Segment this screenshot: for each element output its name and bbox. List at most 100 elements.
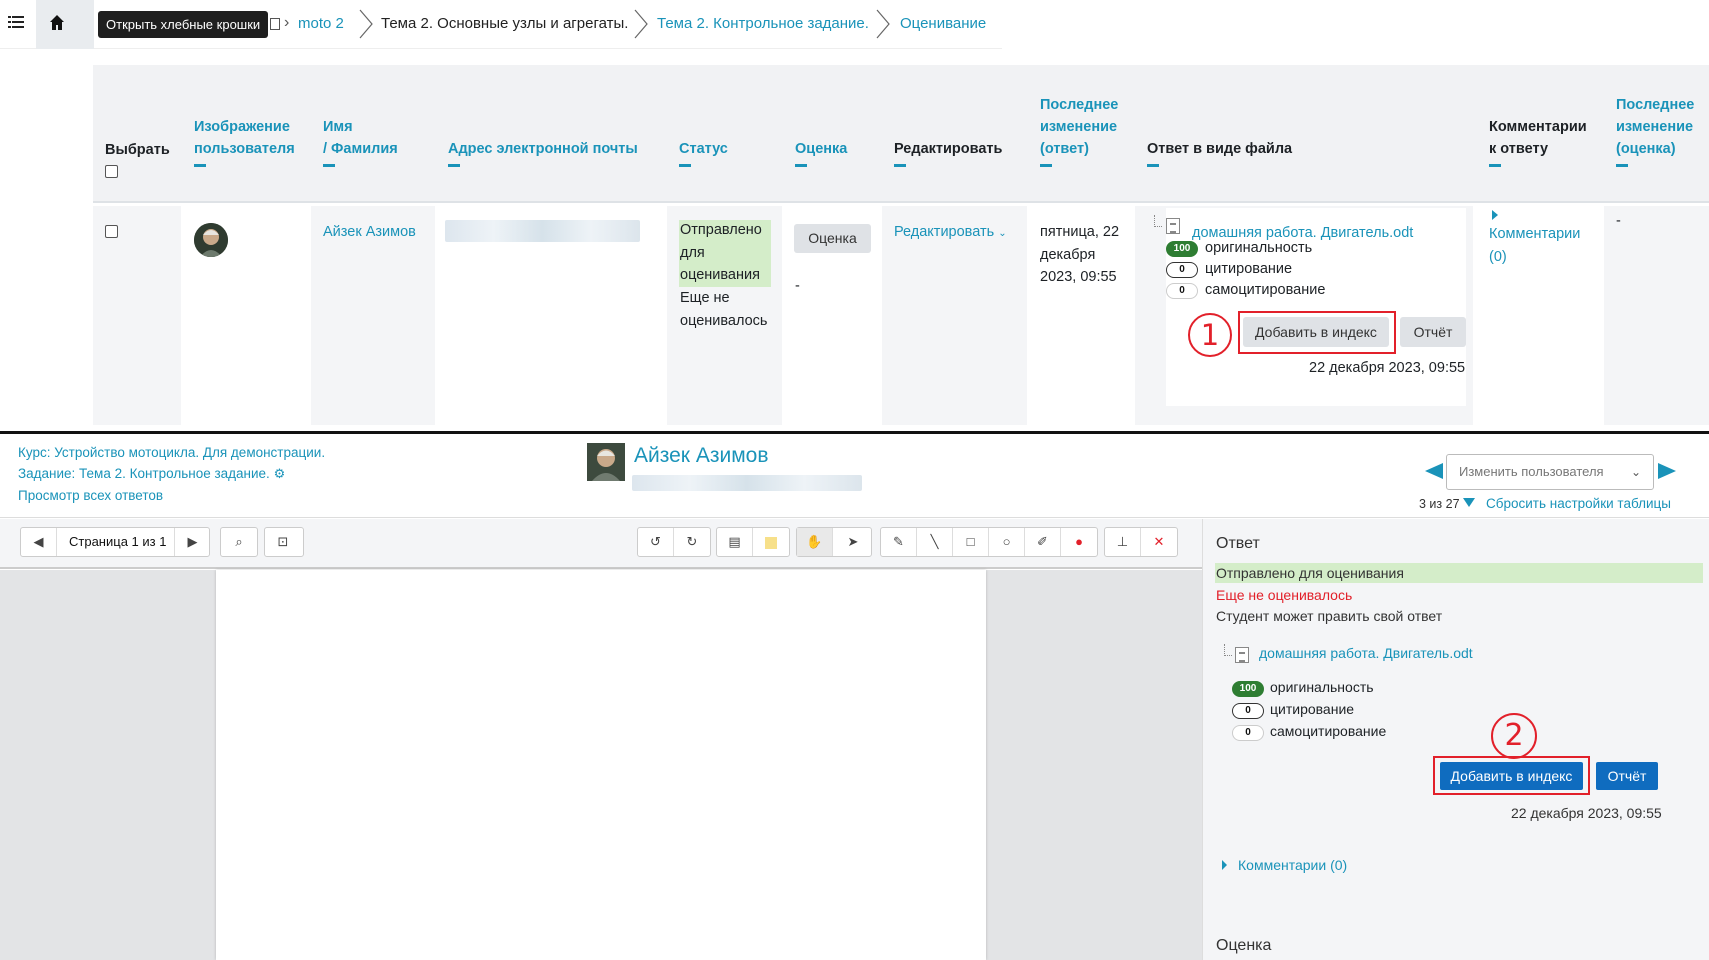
user-name-link[interactable]: Айзек Азимов bbox=[323, 221, 416, 244]
stamp-group: ⊥ ✕ bbox=[1104, 527, 1178, 557]
pen-icon[interactable]: ✎ bbox=[881, 528, 917, 556]
highlighter-icon[interactable]: ✐ bbox=[1025, 528, 1061, 556]
table-header: Выбрать Изображение пользователя Имя / Фам… bbox=[93, 65, 1709, 203]
rotate-right-icon[interactable]: ↻ bbox=[674, 528, 710, 556]
view-all-submissions-link[interactable]: Просмотр всех ответов bbox=[18, 488, 163, 503]
last-modified-date: пятница, 22 декабря 2023, 09:55 bbox=[1040, 224, 1120, 285]
assignment-link[interactable]: Задание: Тема 2. Контрольное задание. ⚙ bbox=[18, 466, 285, 482]
gear-icon[interactable]: ⚙ bbox=[274, 466, 286, 481]
header-status[interactable]: Статус bbox=[679, 138, 728, 167]
column-bg bbox=[1604, 206, 1709, 425]
selfcitation-badge: 0 bbox=[1166, 283, 1198, 299]
grade-button[interactable]: Оценка bbox=[794, 224, 871, 253]
edit-dropdown[interactable]: Редактировать ⌄ bbox=[894, 221, 1007, 246]
page-navigation: ◀ Страница 1 из 1 ▶ bbox=[20, 527, 210, 557]
reset-table-link[interactable]: Сбросить настройки таблицы bbox=[1486, 496, 1671, 511]
comment-icon[interactable]: ▤ bbox=[717, 528, 753, 556]
next-user-arrow[interactable] bbox=[1658, 463, 1676, 479]
change-user-select[interactable]: Изменить пользователя ⌄ bbox=[1446, 454, 1654, 490]
stamp-icon[interactable]: ⊥ bbox=[1105, 528, 1141, 556]
originality-badge: 100 bbox=[1166, 241, 1198, 257]
avatar[interactable] bbox=[194, 223, 228, 257]
grade-modified: - bbox=[1616, 213, 1621, 229]
course-link[interactable]: Курс: Устройство мотоцикла. Для демонстр… bbox=[18, 445, 325, 460]
home-button[interactable] bbox=[36, 0, 94, 49]
side-file-date: 22 декабря 2023, 09:55 bbox=[1511, 805, 1662, 821]
row-select-checkbox[interactable] bbox=[105, 225, 118, 238]
header-user-picture[interactable]: Изображение пользователя bbox=[194, 116, 295, 167]
citation-badge: 0 bbox=[1166, 262, 1198, 278]
email-blurred bbox=[445, 220, 640, 242]
originality-label: оригинальность bbox=[1205, 240, 1313, 256]
header-email[interactable]: Адрес электронной почты bbox=[448, 138, 638, 167]
comments-link[interactable]: Комментарии (0) bbox=[1489, 223, 1580, 268]
side-citation-badge: 0 bbox=[1232, 703, 1264, 719]
citation-label: цитирование bbox=[1205, 261, 1293, 277]
prev-page-button[interactable]: ◀ bbox=[21, 528, 57, 556]
previous-user-arrow[interactable] bbox=[1425, 463, 1443, 479]
expand-comments-icon[interactable] bbox=[1492, 210, 1498, 220]
file-date: 22 декабря 2023, 09:55 bbox=[1309, 360, 1466, 376]
file-icon bbox=[1235, 647, 1249, 663]
comment-group: ▤ bbox=[716, 527, 790, 557]
expand-icon[interactable]: ⊡ bbox=[265, 528, 301, 556]
chevron-right-icon: › bbox=[284, 14, 290, 31]
delete-icon[interactable]: ✕ bbox=[1141, 528, 1177, 556]
rotate-group: ↺ ↻ bbox=[637, 527, 711, 557]
select-pointer-icon[interactable]: ➤ bbox=[835, 528, 871, 556]
annotation-toolbar: ◀ Страница 1 из 1 ▶ ⌕ ⊡ ↺ ↻ ▤ ✋ ➤ ✎ ╲ □ … bbox=[0, 519, 1202, 569]
rotate-left-icon[interactable]: ↺ bbox=[638, 528, 674, 556]
header-name[interactable]: Имя / Фамилия bbox=[323, 116, 398, 167]
can-edit-text: Студент может править свой ответ bbox=[1216, 608, 1443, 624]
header-last-modified-submission[interactable]: Последнее изменение (ответ) bbox=[1040, 94, 1118, 167]
grader-user-name[interactable]: Айзек Азимов bbox=[634, 444, 768, 468]
add-to-index-button[interactable]: Добавить в индекс bbox=[1243, 317, 1389, 347]
document-page[interactable] bbox=[216, 570, 986, 960]
search-comments-group: ⌕ bbox=[220, 527, 258, 557]
color-drop-icon[interactable]: ● bbox=[1061, 528, 1097, 556]
rectangle-icon[interactable]: □ bbox=[953, 528, 989, 556]
grading-side-panel bbox=[1202, 519, 1709, 960]
side-file-link[interactable]: домашняя работа. Двигатель.odt bbox=[1259, 645, 1473, 661]
status-not-graded: Еще не оценивалось bbox=[680, 290, 768, 329]
side-report-button[interactable]: Отчёт bbox=[1596, 762, 1658, 790]
menu-icon[interactable] bbox=[8, 15, 28, 35]
annotation-number-2: 2 bbox=[1491, 713, 1537, 759]
select-all-checkbox[interactable] bbox=[105, 165, 118, 178]
chevron-right-icon bbox=[359, 9, 373, 39]
breadcrumb-tooltip: Открыть хлебные крошки bbox=[98, 11, 269, 38]
file-icon bbox=[1166, 218, 1180, 234]
oval-icon[interactable]: ○ bbox=[989, 528, 1025, 556]
header-last-modified-grade[interactable]: Последнее изменение (оценка) bbox=[1616, 94, 1694, 167]
next-page-button[interactable]: ▶ bbox=[174, 528, 210, 556]
breadcrumb-item-moto[interactable]: moto 2 bbox=[298, 15, 344, 32]
drawing-tools-group: ✎ ╲ □ ○ ✐ ● bbox=[880, 527, 1098, 557]
breadcrumb-bar: Открыть хлебные крошки › moto 2 Тема 2. … bbox=[0, 0, 1002, 49]
side-citation-label: цитирование bbox=[1270, 701, 1355, 717]
search-comments-icon[interactable]: ⌕ bbox=[221, 528, 257, 556]
header-grade[interactable]: Оценка bbox=[795, 138, 847, 167]
breadcrumb-item-grading[interactable]: Оценивание bbox=[900, 15, 986, 32]
breadcrumb-item-topic: Тема 2. Основные узлы и агрегаты. bbox=[381, 15, 629, 32]
annotation-number-1: 1 bbox=[1188, 313, 1232, 357]
page-label: Страница 1 из 1 bbox=[69, 534, 167, 549]
grade-heading: Оценка bbox=[1216, 937, 1272, 954]
email-blurred bbox=[632, 475, 862, 491]
side-comments-link[interactable]: Комментарии (0) bbox=[1238, 857, 1347, 873]
header-edit: Редактировать bbox=[894, 138, 1002, 167]
pan-hand-icon[interactable]: ✋ bbox=[797, 528, 833, 556]
side-selfcitation-label: самоцитирование bbox=[1270, 723, 1387, 739]
side-add-to-index-button[interactable]: Добавить в индекс bbox=[1440, 762, 1583, 790]
report-button[interactable]: Отчёт bbox=[1400, 317, 1466, 347]
side-originality-badge: 100 bbox=[1232, 681, 1264, 697]
chevron-right-icon bbox=[876, 9, 890, 39]
breadcrumb-item-assignment[interactable]: Тема 2. Контрольное задание. bbox=[657, 15, 869, 32]
grade-value: - bbox=[795, 278, 800, 294]
line-icon[interactable]: ╲ bbox=[917, 528, 953, 556]
breadcrumb-file-icon bbox=[270, 18, 280, 30]
color-swatch-icon[interactable] bbox=[753, 528, 789, 556]
tree-connector bbox=[1224, 644, 1232, 656]
chevron-down-icon: ⌄ bbox=[998, 228, 1007, 239]
header-comments: Комментарии к ответу bbox=[1489, 116, 1587, 167]
expand-comments-icon[interactable] bbox=[1222, 860, 1227, 870]
